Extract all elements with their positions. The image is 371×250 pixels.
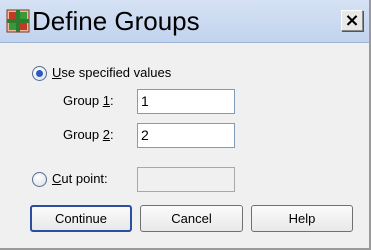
group-1-input[interactable]: 1 [137,89,235,114]
cut-point-input[interactable] [137,167,235,192]
group-2-label: Group 2: [63,127,114,143]
title-bar[interactable]: Define Groups × [0,0,369,43]
cancel-button[interactable]: Cancel [140,205,243,232]
group-1-label-key: 1 [102,93,110,108]
app-icon [6,9,30,33]
group-2-input[interactable]: 2 [137,123,235,148]
help-button[interactable]: Help [251,205,353,232]
group-1-label-prefix: Group [63,93,103,108]
group-1-label: Group 1: [63,93,114,109]
use-specified-values-label[interactable]: Use specified values [52,65,171,81]
group-2-label-prefix: Group [63,127,103,142]
group-1-label-suffix: : [109,93,114,108]
continue-button[interactable]: Continue [30,205,132,232]
group-2-label-suffix: : [109,127,114,142]
define-groups-dialog: Define Groups × Use specified values Gro… [0,0,371,250]
cut-point-label[interactable]: Cut point: [52,171,108,187]
close-icon: × [344,10,360,31]
dialog-title: Define Groups [32,6,200,36]
close-button[interactable]: × [341,10,363,31]
cut-point-radio[interactable] [32,172,47,187]
group-2-label-key: 2 [102,127,110,142]
use-specified-values-radio[interactable] [32,66,47,81]
